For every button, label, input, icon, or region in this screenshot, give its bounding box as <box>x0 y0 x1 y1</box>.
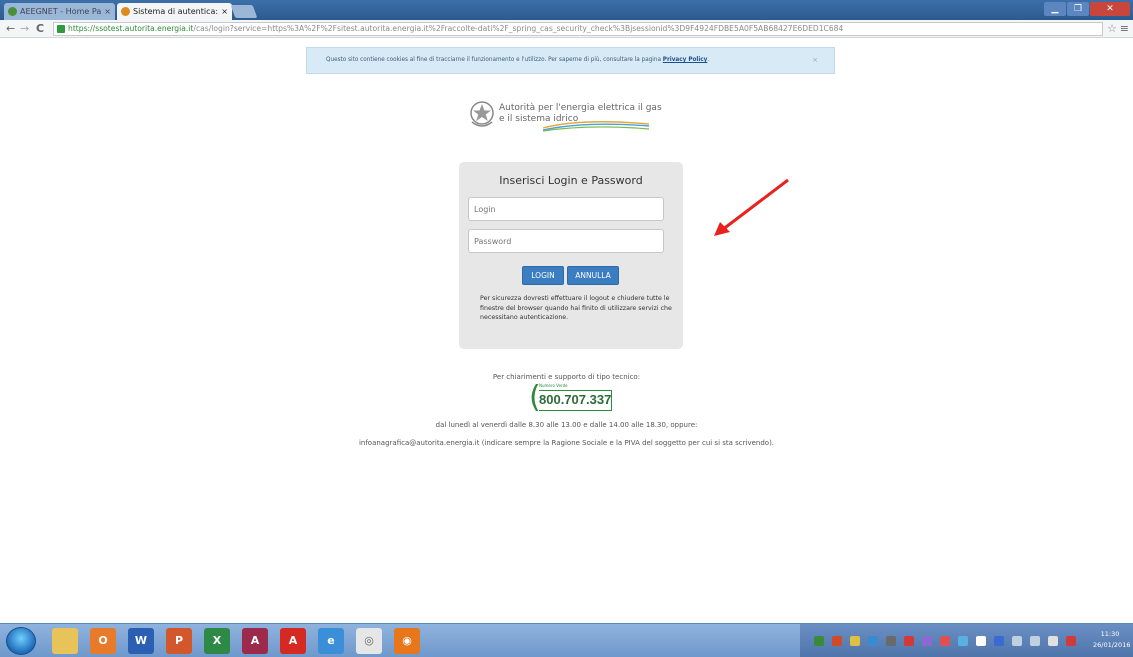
authority-logo: Autorità per l'energia elettrica il gas … <box>469 100 669 136</box>
url-host: ssotest.autorita.energia.it <box>95 24 194 33</box>
excel-taskbar-icon[interactable]: X <box>204 628 230 654</box>
browser-tab-strip: AEEGNET - Home Pa × Sistema di autentica… <box>0 0 1133 20</box>
login-input[interactable] <box>468 197 664 221</box>
system-tray: 11:30 26/01/2016 <box>800 624 1133 657</box>
access-taskbar-icon[interactable]: A <box>242 628 268 654</box>
word-taskbar-icon[interactable]: W <box>128 628 154 654</box>
red-arrow-annotation-icon <box>714 178 789 236</box>
internet-explorer-taskbar-icon[interactable]: e <box>318 628 344 654</box>
explorer-taskbar-icon[interactable] <box>52 628 78 654</box>
address-bar[interactable]: https://ssotest.autorita.energia.it/cas/… <box>53 22 1103 36</box>
outlook-taskbar-icon[interactable]: O <box>90 628 116 654</box>
tray-app-icon[interactable] <box>1012 636 1022 646</box>
privacy-policy-link[interactable]: Privacy Policy <box>663 57 708 63</box>
tray-app-icon[interactable] <box>1030 636 1040 646</box>
annulla-button[interactable]: ANNULLA <box>567 266 619 285</box>
support-intro: Per chiarimenti e supporto di tipo tecni… <box>492 373 641 381</box>
tray-network-icon[interactable] <box>814 636 824 646</box>
tray-app-icon[interactable] <box>850 636 860 646</box>
tray-app-icon[interactable] <box>922 636 932 646</box>
reload-icon: C <box>36 22 45 35</box>
lock-icon <box>57 25 65 33</box>
cookie-banner-close-icon[interactable]: × <box>812 48 818 73</box>
minimize-window-button[interactable]: ▁ <box>1044 2 1066 16</box>
close-icon: ✕ <box>1106 4 1114 14</box>
login-panel: Inserisci Login e Password LOGIN ANNULLA… <box>459 162 683 349</box>
windows-taskbar: O W P X A A e ◎ ◉ 11:30 26/01/2016 <box>0 623 1133 657</box>
numero-verde-badge: ( Numero Verde 800.707.337 <box>529 383 613 413</box>
url-path: /cas/login?service=https%3A%2F%2Fsitest.… <box>193 24 844 33</box>
taskbar-clock[interactable]: 11:30 26/01/2016 <box>1093 629 1131 651</box>
site-favicon-icon <box>121 7 130 16</box>
restore-icon: ❐ <box>1073 4 1083 14</box>
tab-title: Sistema di autentica: <box>133 7 219 16</box>
tray-app-icon[interactable] <box>886 636 896 646</box>
tab-sistema-autenticazione[interactable]: Sistema di autentica: × <box>117 3 232 20</box>
support-email: infoanagrafica@autorita.energia.it (indi… <box>358 439 775 447</box>
login-panel-title: Inserisci Login e Password <box>499 174 643 187</box>
minimize-icon: ▁ <box>1051 4 1059 14</box>
tray-app-icon[interactable] <box>904 636 914 646</box>
browser-toolbar: ← → C https://ssotest.autorita.energia.i… <box>0 20 1133 38</box>
url-scheme: https:// <box>68 24 96 33</box>
browser-active-taskbar-icon[interactable]: ◉ <box>394 628 420 654</box>
new-tab-button[interactable] <box>230 5 258 18</box>
browser-menu-icon[interactable]: ≡ <box>1120 20 1129 38</box>
italian-emblem-icon <box>470 101 494 127</box>
tray-bluetooth-icon[interactable] <box>994 636 1004 646</box>
chrome-taskbar-icon[interactable]: ◎ <box>356 628 382 654</box>
cookie-banner-text: Questo sito contiene cookies al fine di … <box>326 57 661 63</box>
start-button[interactable] <box>6 627 36 655</box>
close-window-button[interactable]: ✕ <box>1090 2 1130 16</box>
clock-date: 26/01/2016 <box>1093 641 1131 649</box>
bookmark-star-icon[interactable]: ☆ <box>1107 20 1117 38</box>
maximize-window-button[interactable]: ❐ <box>1067 2 1089 16</box>
arrow-right-icon: → <box>20 22 30 35</box>
clock-time: 11:30 <box>1100 630 1120 638</box>
logo-waves-icon <box>542 121 650 132</box>
chrome-favicon-icon <box>8 7 17 16</box>
tray-app-icon[interactable] <box>976 636 986 646</box>
acrobat-taskbar-icon[interactable]: A <box>280 628 306 654</box>
arrow-left-icon: ← <box>6 22 16 35</box>
logout-security-note: Per sicurezza dovresti effettuare il log… <box>480 295 672 321</box>
tray-app-icon[interactable] <box>832 636 842 646</box>
cookie-banner: Questo sito contiene cookies al fine di … <box>306 47 835 74</box>
support-hours: dal lunedì al venerdì dalle 8.30 alle 13… <box>435 421 698 429</box>
tray-app-icon[interactable] <box>940 636 950 646</box>
tab-title: AEEGNET - Home Pa <box>20 7 102 16</box>
tray-app-icon[interactable] <box>868 636 878 646</box>
forward-button[interactable]: → <box>20 21 29 37</box>
password-input[interactable] <box>468 229 664 253</box>
logo-line-1: Autorità per l'energia elettrica il gas <box>499 103 662 113</box>
tray-app-icon[interactable] <box>958 636 968 646</box>
tab-close-icon[interactable]: × <box>104 3 111 20</box>
numero-verde-caption: Numero Verde <box>539 383 568 388</box>
reload-button[interactable]: C <box>36 21 44 37</box>
tray-volume-icon[interactable] <box>1048 636 1058 646</box>
phone-number: 800.707.337 <box>539 392 612 407</box>
tab-aeegnet-home[interactable]: AEEGNET - Home Pa × <box>4 3 115 20</box>
tray-flag-icon[interactable] <box>1066 636 1076 646</box>
tab-close-icon[interactable]: × <box>221 3 228 20</box>
back-button[interactable]: ← <box>6 21 15 37</box>
powerpoint-taskbar-icon[interactable]: P <box>166 628 192 654</box>
login-button[interactable]: LOGIN <box>522 266 564 285</box>
